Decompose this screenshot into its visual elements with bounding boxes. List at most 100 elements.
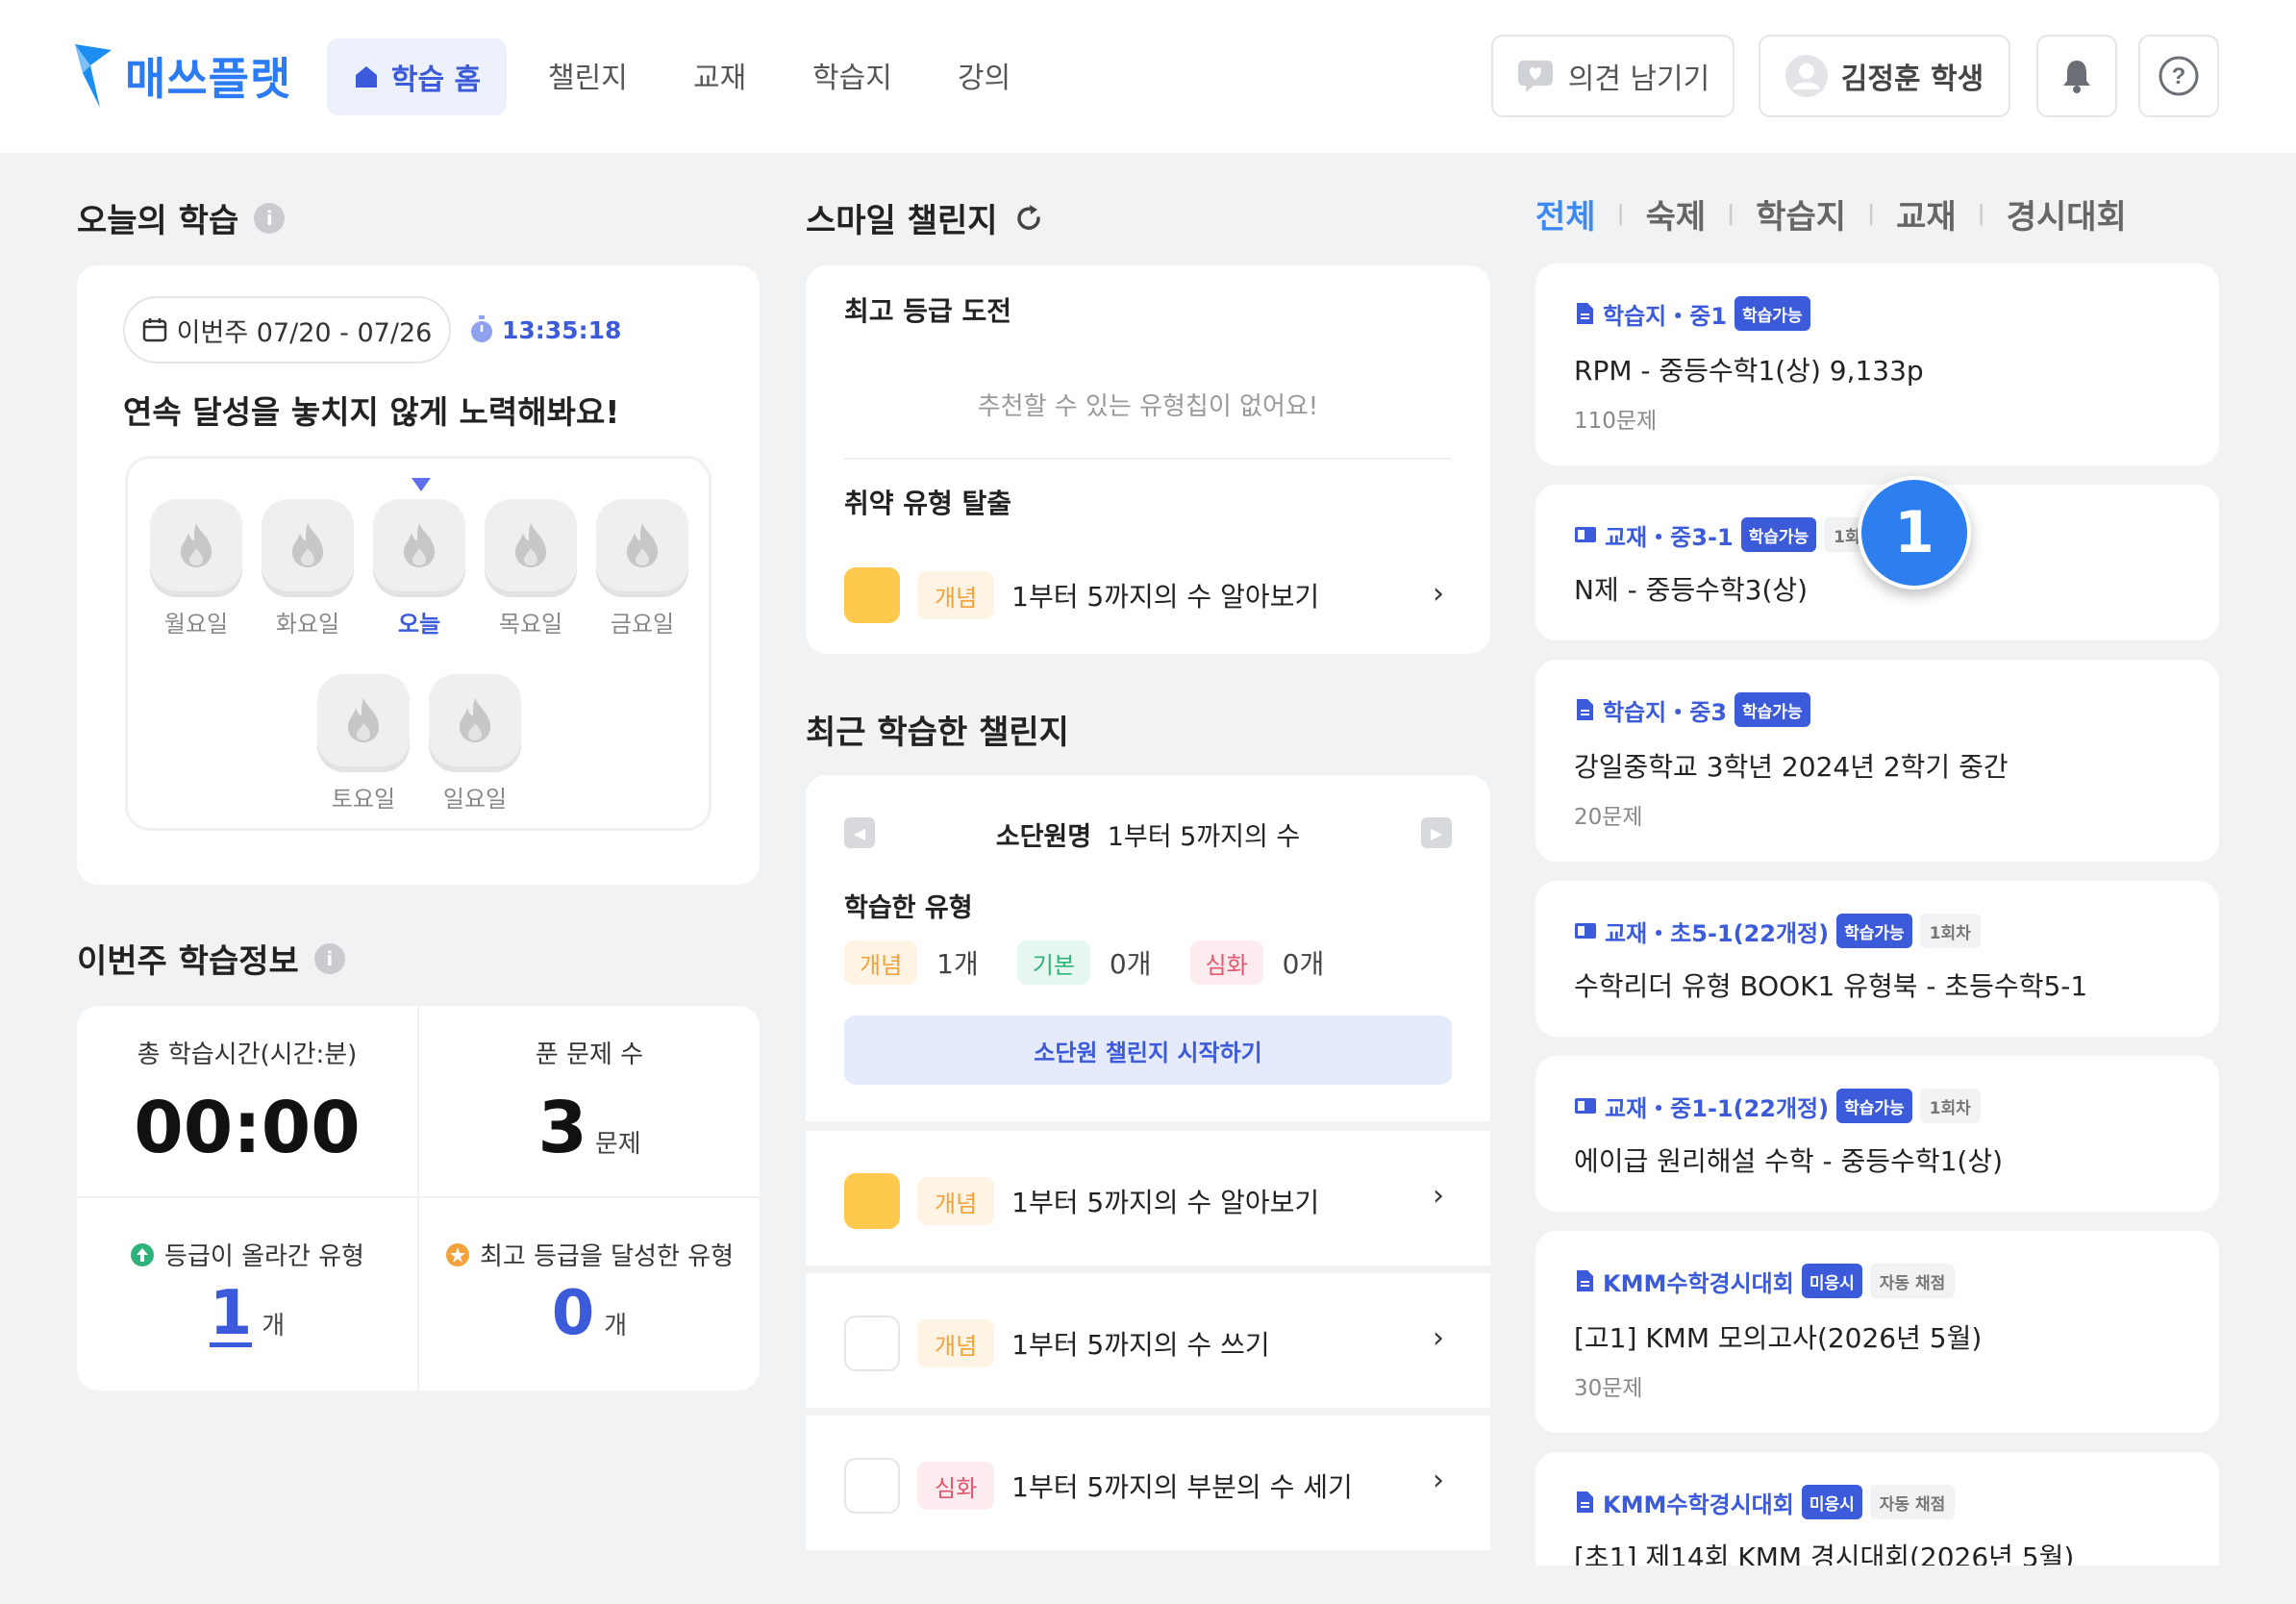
home-icon (355, 66, 377, 88)
tag-concept: 개념 (917, 1319, 995, 1367)
avatar (1784, 55, 1828, 97)
tab-textbook[interactable]: 교재 (1896, 190, 1957, 238)
document-icon (1577, 303, 1593, 324)
nav-worksheet[interactable]: 학습지 (812, 54, 892, 96)
grading-badge: 자동 채점 (1869, 1485, 1956, 1519)
assignment-card[interactable]: KMM수학경시대회 미응시 자동 채점 [초1] 제14회 KMM 경시대회(2… (1535, 1452, 2219, 1566)
logo-text: 매쓰플랫 (125, 53, 292, 105)
flame-icon (596, 499, 688, 591)
recent-item[interactable]: 심화 1부터 5까지의 부분의 수 세기 › (806, 1416, 1490, 1550)
day-streak-item: 토요일 (317, 674, 410, 814)
solved-unit: 문제 (594, 1130, 641, 1159)
book-icon (1575, 527, 1596, 542)
card-category: KMM수학경시대회 (1603, 1269, 1794, 1297)
top-grade-heading: 최고 등급 도전 (844, 295, 1012, 327)
tab-competition[interactable]: 경시대회 (2007, 190, 2127, 238)
chevron-right-icon[interactable]: › (1433, 1321, 1444, 1355)
day-label: 목요일 (498, 611, 563, 638)
card-meta: 교재・중3-1 학습가능 1회차 (1574, 517, 1885, 552)
star-circle-icon (446, 1242, 469, 1266)
card-meta: 교재・중1-1(22개정) 학습가능 1회차 (1574, 1089, 1981, 1123)
tab-all[interactable]: 전체 (1535, 190, 1596, 238)
info-icon[interactable]: i (254, 202, 286, 234)
card-subtitle: 110문제 (1574, 409, 1658, 434)
day-streak-item: 목요일 (485, 499, 577, 639)
week-range-text: 이번주 07/20 - 07/26 (176, 317, 433, 348)
card-title: 수학리더 유형 BOOK1 유형북 - 초등수학5-1 (1574, 970, 2088, 1002)
card-meta: 학습지・중3 학습가능 (1574, 692, 1810, 727)
tag-deep: 심화 (917, 1462, 995, 1510)
recent-item[interactable]: 개념 1부터 5까지의 수 쓰기 › (806, 1273, 1490, 1408)
assignment-card[interactable]: KMM수학경시대회 미응시 자동 채점 [고1] KMM 모의고사(2026년 … (1535, 1231, 2219, 1433)
weekly-title-text: 이번주 학습정보 (77, 942, 299, 981)
assignment-card[interactable]: 교재・중1-1(22개정) 학습가능 1회차 에이급 원리해설 수학 - 중등수… (1535, 1056, 2219, 1212)
notification-button[interactable] (2036, 35, 2117, 117)
refresh-icon[interactable] (1013, 203, 1044, 234)
empty-message: 추천할 수 있는 유형칩이 없어요! (977, 392, 1319, 421)
tag-concept: 개념 (844, 940, 918, 985)
info-icon[interactable]: i (313, 942, 345, 974)
start-unit-challenge-button[interactable]: 소단원 챌린지 시작하기 (844, 1015, 1452, 1085)
flame-icon (317, 674, 410, 766)
logo[interactable]: 매쓰플랫 (75, 44, 291, 108)
flame-icon (429, 674, 521, 766)
filter-tabs: 전체 | 숙제 | 학습지 | 교재 | 경시대회 (1535, 190, 2127, 238)
chip-square-icon (844, 1316, 900, 1371)
today-title-text: 오늘의 학습 (77, 202, 239, 240)
help-button[interactable]: ? (2138, 35, 2219, 117)
smile-section-title: 스마일 챌린지 (806, 194, 1044, 241)
day-label: 월요일 (163, 611, 229, 638)
top-grade-label-text: 최고 등급을 달성한 유형 (480, 1242, 734, 1271)
card-title: [초1] 제14회 KMM 경시대회(2026년 5월) (1574, 1541, 2075, 1566)
assignment-card[interactable]: 교재・중3-1 학습가능 1회차 N제 - 중등수학3(상) 1 (1535, 476, 2219, 640)
step-number-badge: 1 (1858, 476, 1971, 589)
card-title: RPM - 중등수학1(상) 9,133p (1574, 355, 1924, 387)
card-category: 학습지・중1 (1603, 302, 1728, 330)
divider-horizontal (77, 1196, 760, 1198)
unit-name: 1부터 5까지의 수 (1107, 822, 1301, 852)
concept-count: 1개 (936, 948, 979, 980)
card-category: KMM수학경시대회 (1603, 1491, 1794, 1518)
week-range-pill[interactable]: 이번주 07/20 - 07/26 (123, 296, 451, 363)
tab-separator: | (1616, 202, 1625, 226)
tab-separator: | (1977, 202, 1985, 226)
chevron-right-icon[interactable]: › (1433, 1179, 1444, 1213)
document-icon (1577, 699, 1593, 720)
weak-item[interactable]: 개념 1부터 5까지의 수 알아보기 (844, 567, 1319, 623)
status-badge: 미응시 (1801, 1264, 1862, 1298)
nav-textbook[interactable]: 교재 (693, 54, 746, 96)
tab-homework[interactable]: 숙제 (1646, 190, 1707, 238)
status-badge: 학습가능 (1836, 914, 1912, 948)
chip-square-icon (844, 1173, 900, 1229)
card-title: [고1] KMM 모의고사(2026년 5월) (1574, 1322, 1983, 1354)
tab-separator: | (1867, 202, 1876, 226)
tab-worksheet[interactable]: 학습지 (1756, 190, 1846, 238)
chip-square-icon (844, 1458, 900, 1514)
tag-concept: 개념 (917, 571, 995, 619)
nav-challenge[interactable]: 챌린지 (548, 54, 628, 96)
recent-item[interactable]: 개념 1부터 5까지의 수 알아보기 › (806, 1131, 1490, 1266)
nav-lecture[interactable]: 강의 (958, 54, 1011, 96)
chevron-right-icon[interactable]: › (1433, 1464, 1444, 1497)
stopwatch-icon (471, 315, 492, 342)
assignment-card[interactable]: 교재・초5-1(22개정) 학습가능 1회차 수학리더 유형 BOOK1 유형북… (1535, 881, 2219, 1037)
top-grade-value: 0 (551, 1278, 595, 1349)
status-badge: 미응시 (1801, 1485, 1862, 1519)
chip-square-icon (844, 567, 900, 623)
assignment-card[interactable]: 학습지・중3 학습가능 강일중학교 3학년 2024년 2학기 중간 20문제 (1535, 660, 2219, 862)
document-icon (1577, 1491, 1593, 1513)
feedback-button[interactable]: 의견 남기기 (1491, 35, 1734, 117)
assignment-card[interactable]: 학습지・중1 학습가능 RPM - 중등수학1(상) 9,133p 110문제 (1535, 263, 2219, 465)
round-badge: 1회차 (1919, 914, 1981, 948)
card-category: 교재・초5-1(22개정) (1605, 919, 1830, 947)
nav-home-tab[interactable]: 학습 홈 (327, 38, 507, 115)
day-streak-item: 일요일 (429, 674, 521, 814)
chevron-right-icon[interactable]: › (1433, 577, 1444, 611)
streak-message: 연속 달성을 놓치지 않게 노력해봐요! (123, 393, 620, 431)
recent-item-text: 1부터 5까지의 부분의 수 세기 (1011, 1471, 1353, 1503)
document-icon (1577, 1270, 1593, 1291)
user-profile-button[interactable]: 김정훈 학생 (1759, 35, 2010, 117)
day-streak-item: 오늘 (373, 499, 465, 639)
day-streak-item: 화요일 (262, 499, 354, 639)
learned-counts: 개념 1개 기본 0개 심화 0개 (844, 940, 1324, 985)
